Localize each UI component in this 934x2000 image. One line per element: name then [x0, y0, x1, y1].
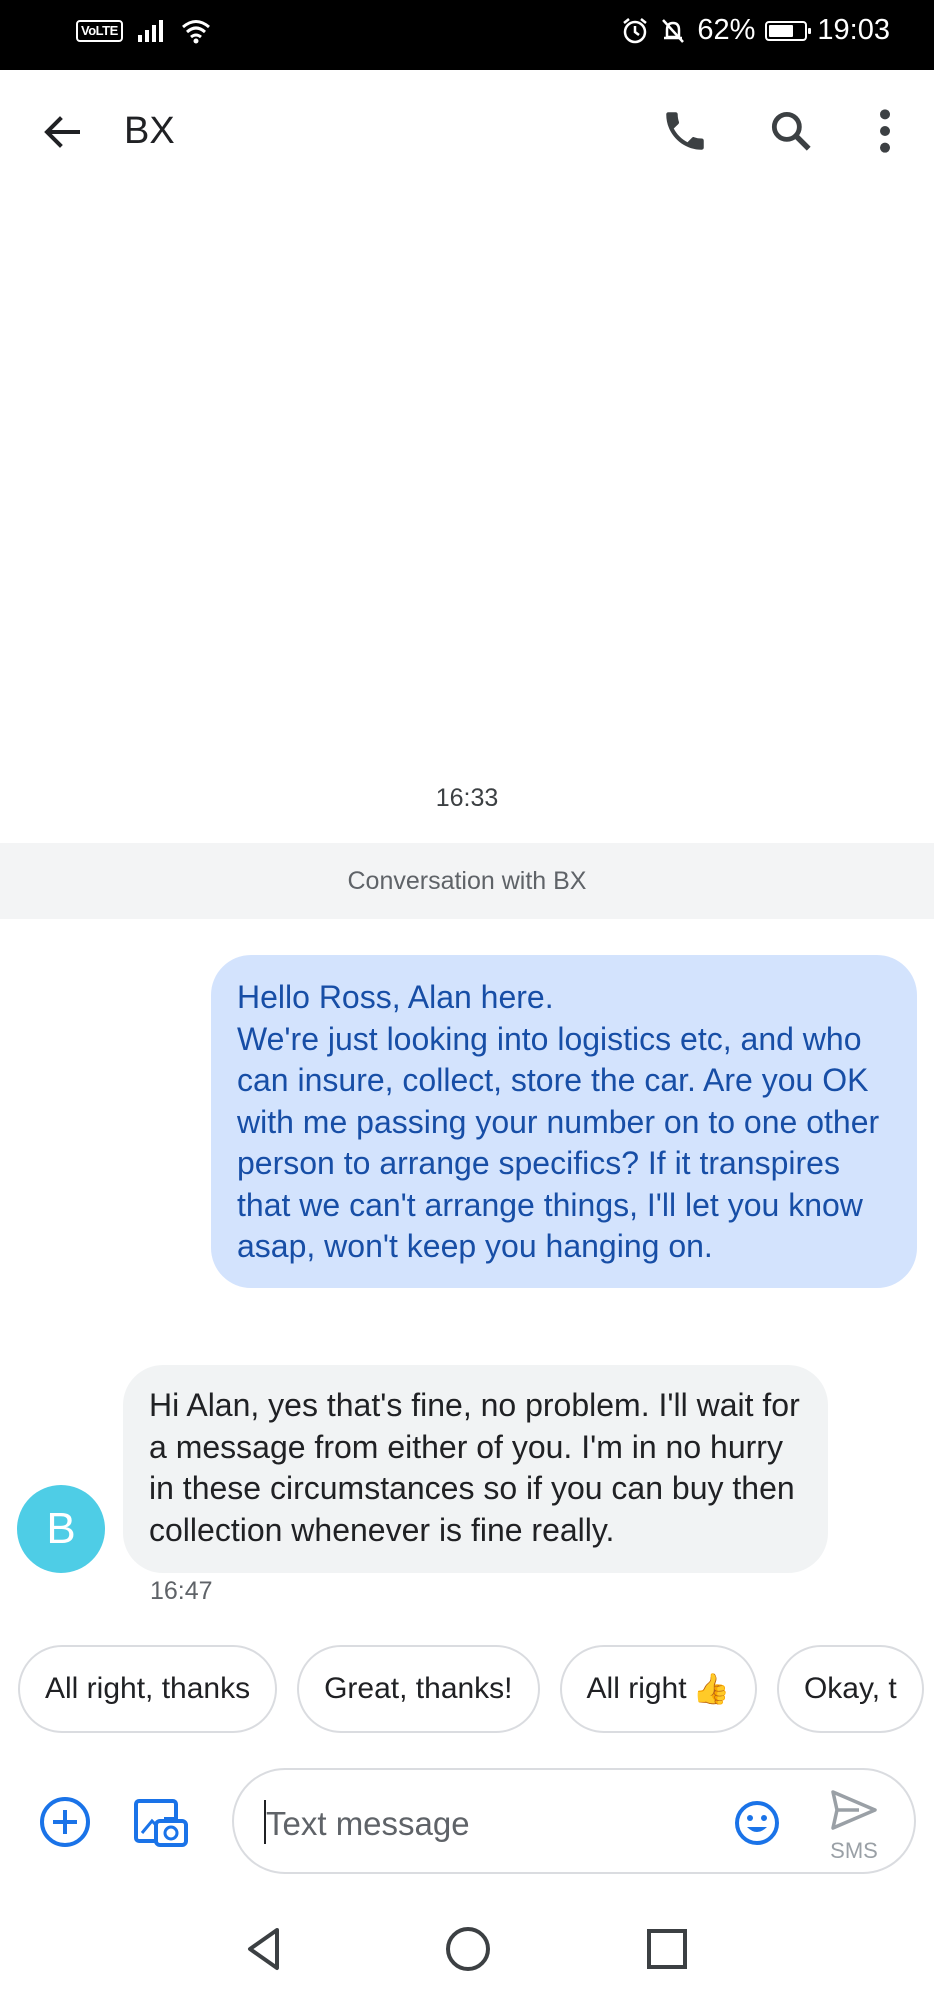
smart-reply-chip[interactable]: Great, thanks!: [297, 1645, 540, 1733]
thumbs-up-emoji: 👍: [692, 1672, 730, 1706]
more-options-icon[interactable]: [864, 106, 906, 156]
battery-icon: [765, 20, 812, 41]
conversation-title: BX: [124, 110, 175, 152]
send-icon: [831, 1790, 877, 1830]
message-input-container: SMS: [232, 1768, 916, 1874]
system-navigation-bar: [0, 1900, 934, 2000]
battery-percentage: 62%: [697, 14, 756, 46]
status-bar: VoLTE 62% 19:03: [0, 0, 934, 70]
app-bar: BX: [0, 70, 934, 190]
emoji-icon[interactable]: [734, 1800, 780, 1846]
send-button[interactable]: SMS: [824, 1788, 884, 1868]
contact-avatar[interactable]: B: [17, 1485, 105, 1573]
phone-call-icon[interactable]: [660, 106, 710, 156]
outgoing-message-bubble[interactable]: Hello Ross, Alan here. We're just lookin…: [211, 955, 917, 1288]
back-arrow-icon[interactable]: [38, 108, 86, 156]
smart-reply-chip[interactable]: All right, thanks: [18, 1645, 278, 1733]
compose-bar: SMS: [0, 1760, 934, 1880]
smart-reply-row: All right, thanks Great, thanks! All rig…: [18, 1645, 924, 1733]
alarm-icon: [623, 17, 648, 43]
message-input[interactable]: [264, 1798, 648, 1850]
nav-recents-icon[interactable]: [642, 1924, 692, 1974]
mute-notifications-icon: [662, 18, 685, 43]
signal-icon: [137, 20, 163, 42]
add-attachment-icon[interactable]: [38, 1795, 92, 1849]
gallery-camera-icon[interactable]: [132, 1793, 190, 1851]
nav-back-icon[interactable]: [240, 1924, 290, 1974]
timestamp-separator: 16:33: [435, 784, 499, 812]
smart-reply-chip[interactable]: All right 👍: [559, 1645, 757, 1733]
smart-reply-chip[interactable]: Okay, t: [776, 1645, 924, 1733]
volte-indicator: VoLTE: [76, 20, 123, 42]
conversation-banner: Conversation with BX: [0, 843, 934, 919]
search-icon[interactable]: [766, 106, 816, 156]
nav-home-icon[interactable]: [443, 1924, 493, 1974]
clock: 19:03: [817, 14, 890, 46]
send-label: SMS: [830, 1838, 878, 1863]
incoming-message-bubble[interactable]: Hi Alan, yes that's fine, no problem. I'…: [123, 1365, 828, 1573]
wifi-icon: [181, 20, 210, 44]
message-timestamp: 16:47: [150, 1577, 213, 1605]
